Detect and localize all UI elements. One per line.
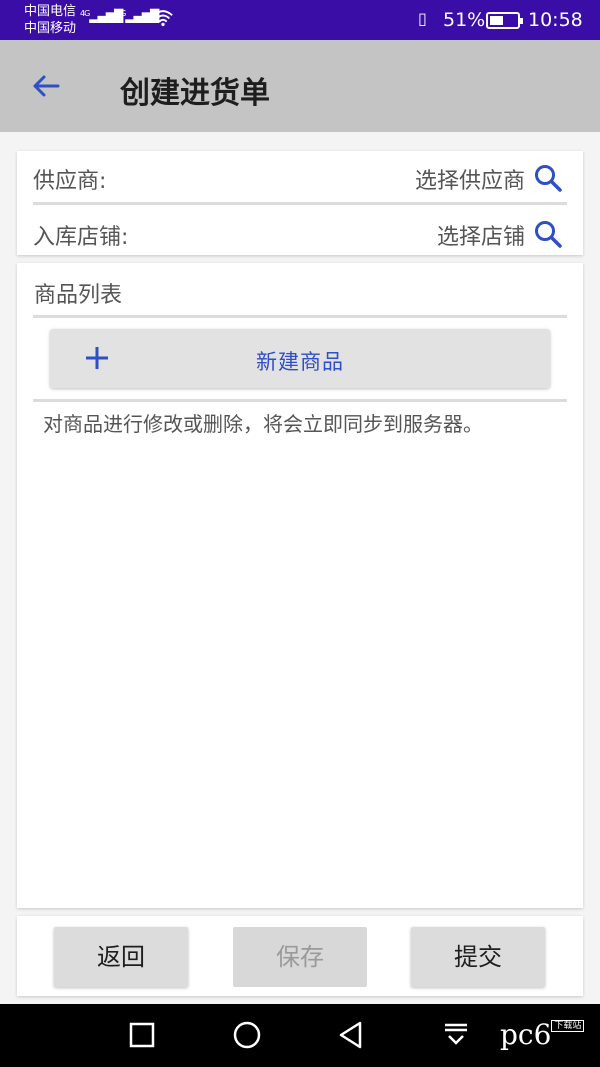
- carrier-info: 中国电信 中国移动: [24, 3, 76, 37]
- clock: 10:58: [528, 9, 583, 31]
- divider: [33, 399, 567, 402]
- sync-hint: 对商品进行修改或删除，将会立即同步到服务器。: [43, 412, 483, 436]
- divider: [33, 202, 567, 205]
- order-info-card: 供应商: 选择供应商 入库店铺: 选择店铺: [17, 151, 583, 255]
- recent-apps-icon[interactable]: [127, 1020, 157, 1050]
- divider: [33, 315, 567, 318]
- carrier-1: 中国电信: [24, 4, 77, 19]
- save-button[interactable]: 保存: [233, 927, 367, 987]
- search-icon[interactable]: [533, 219, 563, 249]
- battery-percent: 51%: [443, 9, 486, 31]
- carrier-2: 中国移动: [24, 21, 77, 36]
- submit-button[interactable]: 提交: [411, 927, 545, 987]
- supplier-row[interactable]: 供应商: 选择供应商: [33, 151, 567, 203]
- wifi-icon: [153, 10, 173, 27]
- supplier-select[interactable]: 选择供应商: [415, 163, 525, 195]
- watermark: pc6 下载站: [500, 1018, 585, 1051]
- vibrate-icon: ▯: [418, 9, 427, 28]
- store-label: 入库店铺:: [33, 225, 129, 250]
- app-bar: 创建进货单: [0, 40, 600, 132]
- back-button[interactable]: 返回: [54, 927, 188, 987]
- system-nav-bar: pc6 下载站: [0, 1004, 600, 1067]
- notification-pull-icon[interactable]: [441, 1020, 471, 1050]
- product-list-title: 商品列表: [34, 283, 123, 308]
- new-product-button[interactable]: 新建商品: [50, 329, 550, 388]
- store-row[interactable]: 入库店铺: 选择店铺: [33, 207, 567, 259]
- arrow-left-icon[interactable]: [28, 68, 64, 104]
- back-nav-icon[interactable]: [336, 1020, 366, 1050]
- action-bar: 返回 保存 提交: [17, 916, 583, 996]
- home-icon[interactable]: [232, 1020, 262, 1050]
- battery-icon: [486, 12, 523, 29]
- status-bar: 中国电信 中国移动 4G▂▄▆█ 2G▂▄▆█ ▯ 51% 10:58: [0, 0, 600, 40]
- page-title: 创建进货单: [120, 76, 270, 111]
- product-list-card: 商品列表 新建商品 对商品进行修改或删除，将会立即同步到服务器。: [17, 263, 583, 908]
- new-product-label: 新建商品: [256, 350, 344, 374]
- search-icon[interactable]: [533, 163, 563, 193]
- supplier-label: 供应商:: [33, 169, 107, 194]
- store-select[interactable]: 选择店铺: [437, 219, 525, 251]
